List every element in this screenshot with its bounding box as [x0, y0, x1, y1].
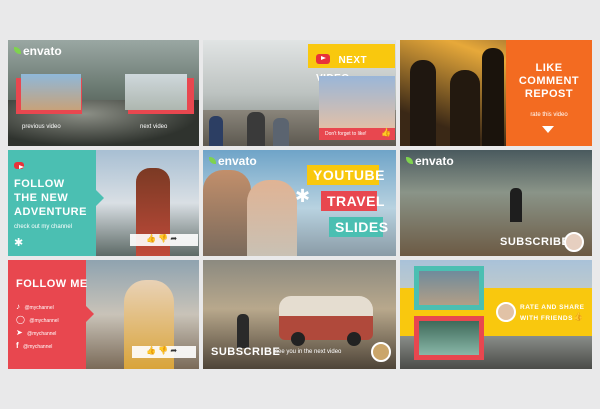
reaction-icons[interactable]: 👍 👎 ➦	[146, 234, 177, 243]
follow-label: FOLLOW	[14, 178, 65, 190]
rate-label: rate this video	[530, 112, 568, 118]
slides-grid: envato previous video next video NEXT VI…	[8, 40, 592, 369]
social-list: ♪ @mychannel ◯ @mychannel ➤ @mychannel f…	[16, 296, 82, 350]
tile-follow-adventure[interactable]: FOLLOW THE NEW ADVENTURE check out my ch…	[8, 150, 199, 256]
envato-logo: envato	[209, 154, 257, 168]
tourist-1	[209, 116, 223, 146]
tourist-2	[247, 112, 265, 146]
subscribe-label[interactable]: SUBSCRIBE	[211, 346, 280, 358]
photo-top[interactable]	[419, 271, 479, 305]
tile-follow-me[interactable]: FOLLOW ME ♪ @mychannel ◯ @mychannel ➤ @m…	[8, 260, 199, 369]
avatar[interactable]	[564, 232, 584, 252]
hiker-figure	[510, 188, 522, 222]
avatar[interactable]	[371, 342, 391, 362]
photo-bottom[interactable]	[419, 321, 479, 355]
asterisk-icon: ✱	[295, 186, 311, 206]
previous-video-label: previous video	[22, 124, 61, 130]
silhouette-2	[450, 70, 480, 146]
rate-share-label: RATE AND SHARE	[520, 304, 585, 311]
twitter-link[interactable]: ➤ @mychannel	[16, 322, 82, 337]
avatar[interactable]	[496, 302, 516, 322]
instagram-link[interactable]: ◯ @mychannel	[16, 309, 82, 324]
panel-arrow	[96, 190, 104, 206]
follow-me-title: FOLLOW ME	[16, 278, 88, 290]
subscribe-label[interactable]: SUBSCRIBE	[500, 236, 569, 248]
facebook-icon: f	[16, 341, 19, 350]
tiktok-link[interactable]: ♪ @mychannel	[16, 296, 82, 311]
facebook-link[interactable]: f @mychannel	[16, 335, 82, 350]
next-video-badge[interactable]: NEXT VIDEO	[308, 44, 395, 84]
reaction-icons[interactable]: 👍 👎 ➦	[146, 346, 177, 355]
person-figure	[237, 314, 249, 348]
like-label: LIKE	[535, 62, 563, 74]
van-wheel-front	[291, 332, 305, 346]
caption-text: Don't forget to like!	[325, 131, 367, 137]
van-wheel-back	[347, 332, 361, 346]
down-arrow-icon[interactable]	[542, 126, 554, 133]
previous-video-image	[21, 74, 81, 110]
youtube-icon	[14, 157, 24, 175]
tile-next-video[interactable]: NEXT VIDEO Don't forget to like! 👍	[203, 40, 396, 146]
youtube-label: YOUTUBE	[313, 167, 385, 183]
next-video-image	[125, 74, 187, 110]
next-video-preview[interactable]	[319, 76, 395, 128]
repost-label: REPOST	[524, 88, 574, 100]
tile-subscribe-van[interactable]: SUBSCRIBE see you in the next video	[203, 260, 396, 369]
tile-subscribe-valley[interactable]: envato SUBSCRIBE	[400, 150, 592, 256]
tile-rate-share[interactable]: RATE AND SHARE WITH FRIENDS 👍	[400, 260, 592, 369]
comment-label: COMMENT	[518, 75, 580, 87]
see-you-label: see you in the next video	[275, 349, 342, 355]
woman-figure	[247, 180, 297, 256]
silhouette-3	[482, 48, 504, 146]
tourist-3	[273, 118, 289, 146]
with-friends-label: WITH FRIENDS	[520, 315, 573, 322]
next-video-label: next video	[140, 124, 168, 130]
tile-previous-next[interactable]: envato previous video next video	[8, 40, 199, 146]
envato-logo: envato	[406, 154, 454, 168]
travel-label: TRAVEL	[327, 193, 385, 209]
man-figure	[203, 170, 251, 256]
youtube-icon	[316, 53, 330, 64]
envato-logo: envato	[14, 44, 62, 58]
adventure-label: ADVENTURE	[14, 206, 87, 218]
silhouette-1	[410, 60, 436, 146]
panel-arrow	[86, 306, 94, 322]
asterisk-icon: ✱	[14, 237, 24, 249]
tile-youtube-travel-slides[interactable]: envato YOUTUBE TRAVEL SLIDES ✱	[203, 150, 396, 256]
check-channel-label: check out my channel	[14, 224, 73, 230]
slides-label: SLIDES	[335, 219, 389, 235]
thumbs-up-icon: 👍	[381, 128, 391, 137]
tile-like-comment[interactable]: LIKE COMMENT REPOST rate this video	[400, 40, 592, 146]
thumbs-up-icon: 👍	[573, 312, 583, 321]
the-new-label: THE NEW	[14, 192, 69, 204]
